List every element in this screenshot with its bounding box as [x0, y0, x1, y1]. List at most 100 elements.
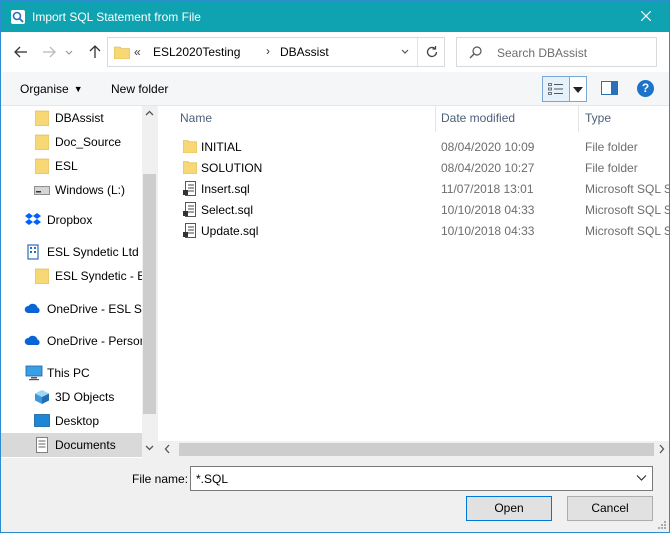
search-input[interactable]: Search DBAssist: [497, 46, 587, 60]
back-arrow-icon[interactable]: [11, 42, 31, 62]
triangle-down-icon: ▼: [73, 84, 83, 94]
close-button[interactable]: [623, 1, 669, 32]
file-name: INITIAL: [201, 140, 242, 154]
file-type: Microsoft SQL Se: [585, 203, 669, 217]
sidebar-item-label: Dropbox: [47, 213, 93, 227]
sidebar-item-label: ESL Syndetic - ES: [55, 269, 154, 283]
folder-icon: [114, 46, 130, 59]
close-icon: [641, 11, 651, 21]
file-row-update-sql[interactable]: Update.sql 10/10/2018 04:33 Microsoft SQ…: [158, 220, 669, 241]
refresh-button[interactable]: [417, 38, 445, 66]
file-type: Microsoft SQL Se: [585, 224, 669, 238]
file-date: 10/10/2018 04:33: [441, 203, 535, 217]
scroll-right-icon[interactable]: [657, 444, 666, 454]
scrollbar-thumb[interactable]: [179, 443, 654, 456]
folder-icon: [35, 268, 49, 284]
search-icon: [469, 46, 482, 59]
file-name: Insert.sql: [201, 182, 250, 196]
app-icon: [11, 10, 25, 24]
new-folder-button[interactable]: New folder: [111, 82, 168, 96]
column-header-name[interactable]: Name: [158, 106, 436, 132]
refresh-icon: [426, 46, 438, 58]
file-row-solution[interactable]: SOLUTION 08/04/2020 10:27 File folder: [158, 157, 669, 178]
file-type: File folder: [585, 140, 638, 154]
cancel-button[interactable]: Cancel: [567, 496, 653, 521]
sidebar-item-esl-syndetic-es[interactable]: ESL Syndetic - ES: [1, 264, 153, 288]
details-view-icon: [548, 83, 563, 95]
folder-icon: [35, 158, 49, 174]
search-box[interactable]: Search DBAssist: [456, 37, 657, 67]
scrollbar-thumb[interactable]: [143, 174, 156, 414]
folder-icon: [183, 161, 197, 174]
sidebar-item-label: ESL: [55, 159, 78, 173]
sidebar-item-esl[interactable]: ESL: [1, 154, 142, 178]
sidebar-item-label: 3D Objects: [55, 390, 115, 404]
address-overflow[interactable]: «: [134, 45, 141, 59]
import-dialog: Import SQL Statement from File « ESL2020…: [0, 0, 670, 533]
file-name: Update.sql: [201, 224, 259, 238]
navigation-bar: « ESL2020Testing › DBAssist Search DBAss…: [1, 32, 669, 72]
dropbox-icon: [25, 213, 41, 225]
cube-icon: [35, 390, 49, 404]
sidebar-item-label: Documents: [55, 438, 116, 452]
sidebar-item-onedrive-esl[interactable]: OneDrive - ESL Sy: [1, 297, 148, 321]
sidebar-item-desktop[interactable]: Desktop: [1, 409, 142, 433]
recent-locations-chevron-icon[interactable]: [63, 42, 75, 62]
scroll-down-icon[interactable]: [145, 443, 154, 452]
sidebar-item-3d-objects[interactable]: 3D Objects: [1, 385, 142, 409]
file-list[interactable]: Name Date modified Type INITIAL 08/04/20…: [157, 106, 669, 458]
file-date: 08/04/2020 10:27: [441, 161, 535, 175]
sidebar-item-this-pc[interactable]: This PC: [1, 361, 142, 385]
address-bar[interactable]: « ESL2020Testing › DBAssist: [107, 37, 445, 67]
onedrive-icon: [24, 303, 40, 313]
chevron-down-icon[interactable]: [399, 45, 411, 59]
sql-file-icon: [183, 223, 196, 238]
file-type: File folder: [585, 161, 638, 175]
column-header-label: Name: [180, 111, 213, 125]
folder-icon: [183, 140, 197, 153]
file-row-select-sql[interactable]: Select.sql 10/10/2018 04:33 Microsoft SQ…: [158, 199, 669, 220]
navigation-pane[interactable]: DBAssist Doc_Source ESL Windows (L:) Dro…: [1, 106, 157, 458]
organise-menu-button[interactable]: Organise ▼: [20, 82, 83, 96]
help-button[interactable]: ?: [637, 80, 654, 97]
sidebar-item-documents[interactable]: Documents: [1, 433, 142, 457]
sidebar-item-label: This PC: [47, 366, 90, 380]
change-view-button[interactable]: [542, 76, 570, 102]
breadcrumb-esl2020testing[interactable]: ESL2020Testing: [153, 45, 240, 59]
scroll-up-icon[interactable]: [145, 109, 154, 118]
open-button[interactable]: Open: [466, 496, 552, 521]
file-name-input[interactable]: *.SQL: [196, 472, 228, 486]
chevron-down-icon[interactable]: [636, 474, 647, 482]
sidebar-item-doc-source[interactable]: Doc_Source: [1, 130, 142, 154]
column-header-label: Date modified: [441, 111, 516, 125]
file-row-insert-sql[interactable]: Insert.sql 11/07/2018 13:01 Microsoft SQ…: [158, 178, 669, 199]
sidebar-item-dropbox[interactable]: Dropbox: [1, 208, 142, 232]
command-toolbar: Organise ▼ New folder ?: [1, 72, 669, 106]
forward-arrow-icon[interactable]: [39, 42, 59, 62]
computer-icon: [25, 365, 43, 381]
file-name: Select.sql: [201, 203, 254, 217]
view-options-dropdown[interactable]: [570, 76, 587, 102]
navigation-pane-scrollbar[interactable]: [142, 106, 157, 458]
file-list-horizontal-scrollbar[interactable]: [157, 441, 669, 458]
file-row-initial[interactable]: INITIAL 08/04/2020 10:09 File folder: [158, 136, 669, 157]
sidebar-item-esl-syndetic-ltd[interactable]: ESL Syndetic Ltd: [1, 240, 142, 264]
sidebar-item-dbassist[interactable]: DBAssist: [1, 106, 142, 130]
desktop-icon: [34, 414, 50, 427]
triangle-down-icon: [573, 87, 583, 93]
file-date: 08/04/2020 10:09: [441, 140, 535, 154]
breadcrumb-dbassist[interactable]: DBAssist: [280, 45, 329, 59]
sidebar-item-windows-l[interactable]: Windows (L:): [1, 178, 142, 202]
sidebar-item-label: Windows (L:): [55, 183, 126, 197]
sidebar-item-onedrive-personal[interactable]: OneDrive - Persor: [1, 329, 144, 353]
documents-icon: [36, 437, 48, 453]
up-arrow-icon[interactable]: [85, 42, 105, 62]
file-name-combobox[interactable]: *.SQL: [190, 466, 653, 491]
scroll-left-icon[interactable]: [163, 444, 172, 454]
preview-pane-icon[interactable]: [601, 81, 618, 95]
breadcrumb-separator[interactable]: ›: [266, 44, 270, 58]
column-header-type[interactable]: Type: [579, 106, 669, 132]
column-header-date-modified[interactable]: Date modified: [436, 106, 579, 132]
resize-grip-icon[interactable]: [657, 520, 667, 530]
folder-icon: [35, 110, 49, 126]
